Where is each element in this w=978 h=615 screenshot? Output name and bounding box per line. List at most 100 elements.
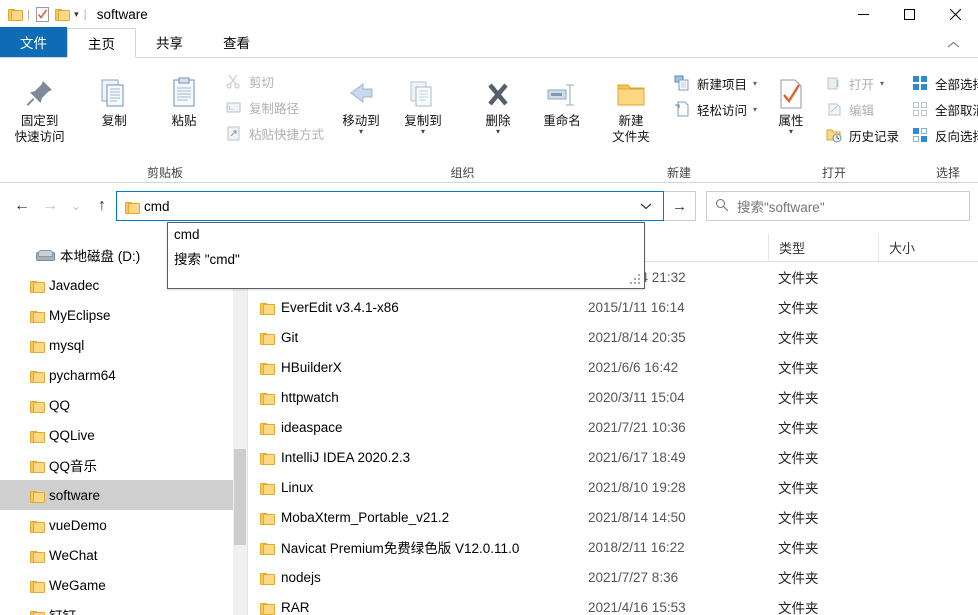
move-to-caret-icon[interactable]: ▾: [359, 128, 363, 136]
nav-scrollbar[interactable]: [233, 234, 247, 615]
sidebar-item-myeclipse[interactable]: MyEclipse: [0, 300, 247, 330]
sidebar-item-label: mysql: [49, 337, 85, 353]
file-type-cell: 文件夹: [778, 511, 819, 526]
window-title: software: [96, 6, 148, 22]
file-name-cell: httpwatch: [248, 390, 578, 405]
column-header-type[interactable]: 类型: [768, 234, 878, 262]
file-date-cell: 2021/7/21 10:36: [588, 419, 686, 435]
tab-file[interactable]: 文件: [0, 27, 67, 57]
sidebar-item-qqmusic[interactable]: QQ音乐: [0, 450, 247, 480]
copy-to-button[interactable]: 复制到 ▾: [392, 66, 454, 136]
open-icon: [825, 74, 843, 92]
table-row[interactable]: httpwatch 2020/3/11 15:04 文件夹: [248, 382, 978, 412]
folder-icon: [260, 452, 275, 465]
table-row[interactable]: EverEdit v3.4.1-x86 2015/1/11 16:14 文件夹: [248, 292, 978, 322]
close-button[interactable]: [932, 0, 978, 28]
file-date-cell: 2021/4/16 15:53: [588, 599, 686, 615]
table-row[interactable]: ideaspace 2021/7/21 10:36 文件夹: [248, 412, 978, 442]
sidebar-item-qqlive[interactable]: QQLive: [0, 420, 247, 450]
copy-to-icon: [407, 70, 439, 110]
new-item-caret-icon[interactable]: ▾: [753, 79, 757, 88]
file-type-cell: 文件夹: [778, 451, 819, 466]
paste-shortcut-button[interactable]: 粘贴快捷方式: [219, 120, 330, 146]
file-list-pane: 名称 修改日期 类型 大小 cgb2105 2021/8/14 21:32 文件…: [248, 234, 978, 615]
sidebar-item-wegame[interactable]: WeGame: [0, 570, 247, 600]
copy-button[interactable]: 复制: [79, 66, 149, 129]
sidebar-item-wechat[interactable]: WeChat: [0, 540, 247, 570]
autocomplete-item-cmd[interactable]: cmd: [168, 223, 644, 246]
table-row[interactable]: MobaXterm_Portable_v21.2 2021/8/14 14:50…: [248, 502, 978, 532]
table-row[interactable]: RAR 2021/4/16 15:53 文件夹: [248, 592, 978, 615]
table-row[interactable]: HBuilderX 2021/6/6 16:42 文件夹: [248, 352, 978, 382]
qat-dropdown-icon[interactable]: ▾: [74, 9, 79, 20]
invert-selection-button[interactable]: 反向选择: [905, 122, 978, 148]
copy-to-caret-icon[interactable]: ▾: [421, 128, 425, 136]
table-row[interactable]: Linux 2021/8/10 19:28 文件夹: [248, 472, 978, 502]
sidebar-item-mysql[interactable]: mysql: [0, 330, 247, 360]
address-input[interactable]: cmd: [116, 191, 664, 221]
back-button[interactable]: ←: [8, 192, 36, 220]
tab-home[interactable]: 主页: [67, 28, 136, 58]
delete-button[interactable]: 删除 ▾: [467, 66, 529, 136]
select-all-button[interactable]: 全部选择: [905, 70, 978, 96]
sidebar-item-qq[interactable]: QQ: [0, 390, 247, 420]
column-header-size[interactable]: 大小: [878, 234, 968, 262]
cut-button[interactable]: 剪切: [219, 68, 330, 94]
paste-button[interactable]: 粘贴: [149, 66, 219, 129]
autocomplete-item-search-cmd[interactable]: 搜索 "cmd": [168, 246, 644, 269]
nav-scrollbar-thumb[interactable]: [234, 449, 246, 545]
file-type-cell: 文件夹: [778, 331, 819, 346]
go-button[interactable]: →: [664, 191, 696, 221]
up-button[interactable]: ↑: [88, 192, 116, 220]
folder-icon: [30, 340, 45, 353]
collapse-ribbon-icon[interactable]: [942, 35, 964, 55]
maximize-button[interactable]: [886, 0, 932, 28]
search-icon: [715, 198, 729, 215]
open-caret-icon[interactable]: ▾: [880, 79, 884, 88]
file-date-cell: 2021/7/27 8:36: [588, 569, 679, 585]
file-name: httpwatch: [281, 389, 339, 405]
edit-button[interactable]: 编辑: [819, 96, 905, 122]
open-button[interactable]: 打开 ▾: [819, 70, 905, 96]
file-date-cell: 2015/1/11 16:14: [588, 299, 685, 315]
easy-access-label: 轻松访问: [697, 103, 748, 118]
sidebar-item-software[interactable]: software: [0, 480, 247, 510]
sidebar-item-dingtalk[interactable]: 钉钉: [0, 600, 247, 615]
table-row[interactable]: Navicat Premium免费绿色版 V12.0.11.0 2018/2/1…: [248, 532, 978, 562]
new-item-button[interactable]: 新建项目 ▾: [667, 70, 763, 96]
move-to-button[interactable]: 移动到 ▾: [330, 66, 392, 136]
rename-button[interactable]: 重命名: [529, 66, 595, 129]
properties-check-icon[interactable]: [35, 6, 50, 22]
pin-to-quick-access-button[interactable]: 固定到 快速访问: [0, 66, 79, 145]
folder-icon: [30, 310, 45, 323]
table-row[interactable]: Git 2021/8/14 20:35 文件夹: [248, 322, 978, 352]
sidebar-item-label: WeChat: [49, 547, 98, 563]
easy-access-button[interactable]: 轻松访问 ▾: [667, 96, 763, 122]
new-folder-button[interactable]: 新建 文件夹: [595, 66, 667, 145]
table-row[interactable]: IntelliJ IDEA 2020.2.3 2021/6/17 18:49 文…: [248, 442, 978, 472]
recent-locations-button[interactable]: ⌄: [64, 192, 88, 220]
minimize-button[interactable]: [840, 0, 886, 28]
properties-caret-icon[interactable]: ▾: [789, 128, 793, 136]
history-button[interactable]: 历史记录: [819, 122, 905, 148]
tab-share[interactable]: 共享: [136, 27, 203, 57]
properties-button[interactable]: 属性 ▾: [763, 66, 819, 136]
forward-button[interactable]: →: [36, 192, 64, 220]
delete-x-icon: [482, 70, 514, 110]
easy-access-caret-icon[interactable]: ▾: [753, 105, 757, 114]
chevron-down-icon[interactable]: [633, 192, 659, 220]
sidebar-item-pycharm64[interactable]: pycharm64: [0, 360, 247, 390]
folder-icon: [260, 482, 275, 495]
folder-icon[interactable]: [8, 8, 23, 21]
tab-view[interactable]: 查看: [203, 27, 270, 57]
resize-grip-icon[interactable]: [630, 274, 642, 286]
folder-icon: [260, 362, 275, 375]
sidebar-item-vuedemo[interactable]: vueDemo: [0, 510, 247, 540]
ribbon-group-new: 新建 文件夹 新建项目 ▾ 轻松访问 ▾ 新建: [595, 58, 763, 183]
delete-caret-icon[interactable]: ▾: [496, 128, 500, 136]
table-row[interactable]: nodejs 2021/7/27 8:36 文件夹: [248, 562, 978, 592]
search-input[interactable]: 搜索"software": [706, 191, 970, 221]
new-folder-icon[interactable]: [55, 8, 71, 21]
copy-path-button[interactable]: \.. 复制路径: [219, 94, 330, 120]
select-none-button[interactable]: 全部取消: [905, 96, 978, 122]
